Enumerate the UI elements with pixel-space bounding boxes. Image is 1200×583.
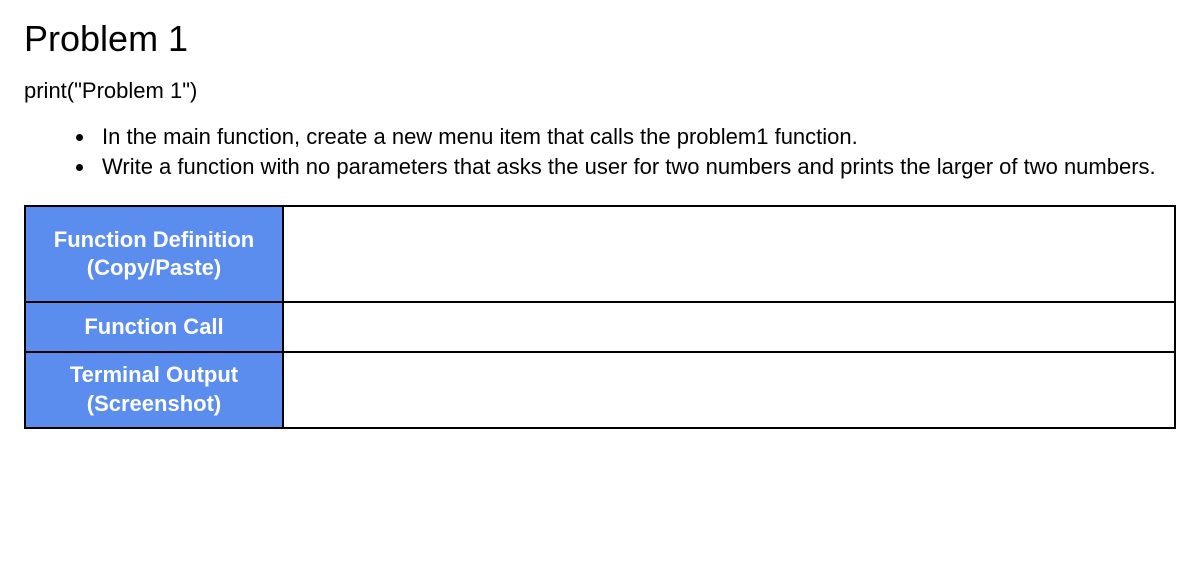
table-row: Function Definition (Copy/Paste) — [25, 206, 1175, 302]
row-label-terminal-output: Terminal Output (Screenshot) — [25, 352, 283, 427]
list-item: Write a function with no parameters that… — [96, 152, 1176, 182]
row-label-function-definition: Function Definition (Copy/Paste) — [25, 206, 283, 302]
row-value-terminal-output — [283, 352, 1175, 427]
answer-table: Function Definition (Copy/Paste) Functio… — [24, 205, 1176, 428]
row-value-function-call — [283, 302, 1175, 352]
print-statement: print("Problem 1") — [24, 78, 1176, 104]
table-row: Function Call — [25, 302, 1175, 352]
row-label-function-call: Function Call — [25, 302, 283, 352]
problem-title: Problem 1 — [24, 18, 1176, 60]
instruction-list: In the main function, create a new menu … — [24, 122, 1176, 181]
list-item: In the main function, create a new menu … — [96, 122, 1176, 152]
row-value-function-definition — [283, 206, 1175, 302]
table-row: Terminal Output (Screenshot) — [25, 352, 1175, 427]
